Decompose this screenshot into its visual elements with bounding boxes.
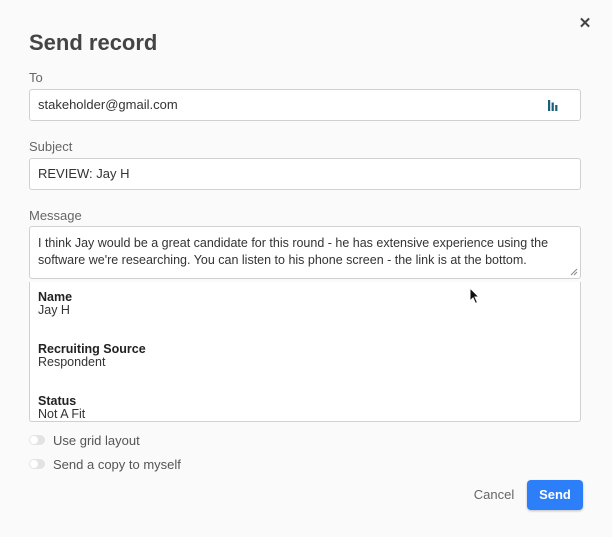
to-label: To (29, 70, 43, 85)
send-copy-toggle[interactable] (29, 459, 45, 469)
dialog-title: Send record (29, 30, 158, 55)
record-preview-panel[interactable]: Name Jay H Recruiting Source Respondent … (29, 282, 581, 422)
cancel-button[interactable]: Cancel (466, 481, 522, 509)
record-field-label: Recruiting Source (38, 342, 146, 356)
close-button[interactable]: ✕ (578, 16, 592, 32)
subject-label: Subject (29, 139, 73, 154)
message-value: I think Jay would be a great candidate f… (38, 236, 549, 267)
record-field-status: Status Not A Fit (38, 395, 572, 421)
subject-value: REVIEW: Jay H (38, 166, 130, 181)
close-icon: ✕ (578, 15, 592, 32)
record-field-recruiting-source: Recruiting Source Respondent (38, 343, 572, 369)
message-label: Message (29, 208, 82, 223)
send-record-dialog: ✕ Send record To stakeholder@gmail.com S… (0, 0, 612, 537)
record-field-label: Status (38, 394, 77, 408)
to-field[interactable]: stakeholder@gmail.com (29, 89, 581, 121)
record-field-label: Name (38, 290, 73, 304)
grid-layout-toggle[interactable] (29, 435, 45, 445)
grid-layout-label: Use grid layout (53, 432, 140, 448)
record-field-value: Respondent (38, 355, 106, 369)
send-button[interactable]: Send (527, 480, 583, 510)
send-copy-option: Send a copy to myself (29, 456, 181, 472)
record-field-value: Not A Fit (38, 407, 86, 421)
mouse-cursor-icon (469, 287, 481, 305)
contact-picker-icon[interactable] (548, 99, 558, 112)
message-textarea[interactable]: I think Jay would be a great candidate f… (29, 226, 581, 279)
record-field-value: Jay H (38, 303, 70, 317)
subject-field[interactable]: REVIEW: Jay H (29, 158, 581, 190)
resize-grip-icon[interactable] (570, 268, 578, 276)
grid-layout-option: Use grid layout (29, 432, 140, 448)
record-field-name: Name Jay H (38, 291, 572, 317)
send-copy-label: Send a copy to myself (53, 456, 181, 472)
to-value: stakeholder@gmail.com (38, 97, 178, 112)
